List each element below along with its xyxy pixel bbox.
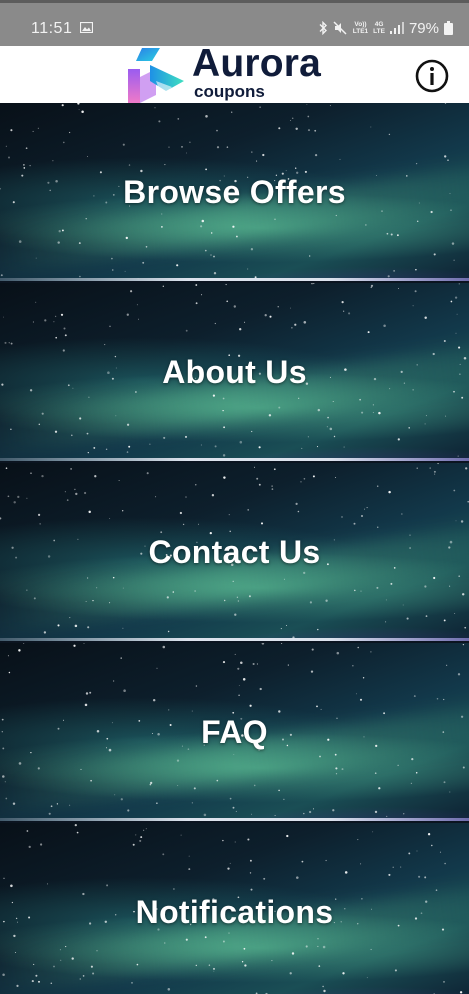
battery-icon — [444, 21, 453, 35]
gallery-notification-icon — [80, 22, 93, 33]
bluetooth-icon — [319, 21, 327, 35]
signal-icon — [389, 22, 404, 34]
menu-item-label: Browse Offers — [123, 173, 346, 210]
status-time: 11:51 — [31, 20, 73, 37]
aurora-logo-icon — [128, 48, 184, 103]
menu-item-contact-us[interactable]: Contact Us — [0, 463, 469, 641]
status-icons: Vo)) LTE1 4G LTE 79% — [318, 18, 453, 38]
app-screen: 11:51 Vo)) LTE1 4G LTE 79% Aurora coupon… — [0, 0, 469, 994]
menu-item-label: Contact Us — [148, 533, 321, 570]
info-icon[interactable] — [415, 59, 449, 93]
menu-item-faq[interactable]: FAQ — [0, 643, 469, 821]
menu-item-notifications[interactable]: Notifications — [0, 823, 469, 994]
battery-percent: 79% — [408, 19, 439, 37]
menu-item-label: Notifications — [135, 893, 334, 930]
brand-name: Aurora — [192, 42, 322, 85]
mute-icon — [333, 21, 347, 35]
menu-item-about-us[interactable]: About Us — [0, 283, 469, 461]
network-4g-indicator: 4G LTE — [373, 21, 385, 35]
app-header: Aurora coupons — [0, 42, 469, 103]
brand-subtitle: coupons — [194, 82, 265, 101]
menu-item-browse-offers[interactable]: Browse Offers — [0, 103, 469, 281]
main-menu: Browse Offers About Us Contact Us FAQ No… — [0, 103, 469, 994]
status-bar: 11:51 Vo)) LTE1 4G LTE 79% — [0, 0, 469, 46]
menu-item-label: About Us — [162, 353, 307, 390]
menu-item-label: FAQ — [201, 713, 268, 750]
volte-indicator: Vo)) LTE1 — [352, 21, 369, 35]
